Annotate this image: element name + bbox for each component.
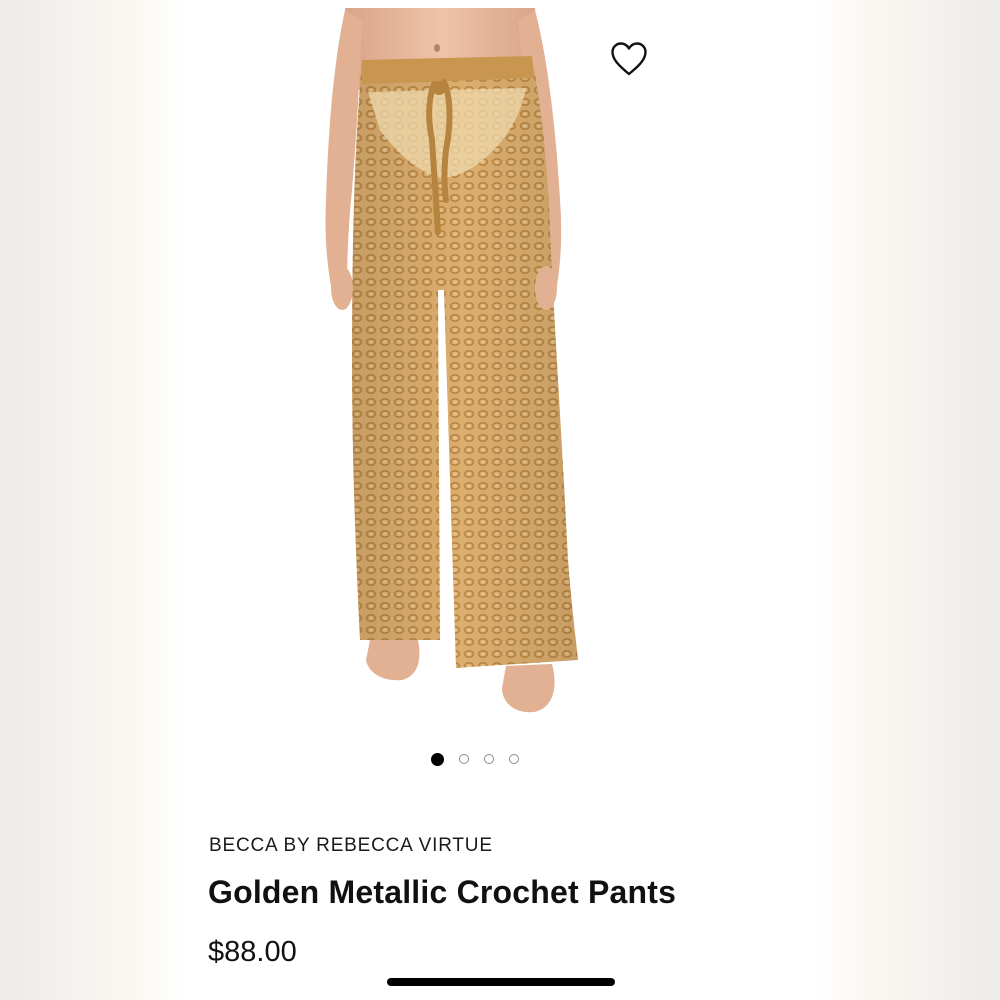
carousel-dot-active[interactable] <box>431 752 444 766</box>
favorite-button[interactable] <box>606 36 652 82</box>
carousel-dot[interactable] <box>459 754 469 764</box>
carousel-dot[interactable] <box>509 754 519 764</box>
product-title: Golden Metallic Crochet Pants <box>208 874 677 910</box>
carousel-dot[interactable] <box>484 754 494 764</box>
background-blur-left <box>0 0 182 1000</box>
background-blur-right <box>818 0 1000 1000</box>
image-carousel-indicator <box>182 750 818 768</box>
home-indicator[interactable] <box>387 978 615 986</box>
heart-outline-icon <box>611 42 647 76</box>
product-image[interactable] <box>182 0 818 730</box>
product-price: $88.00 <box>208 936 297 968</box>
product-brand[interactable]: BECCA BY REBECCA VIRTUE <box>209 835 493 857</box>
product-screen: BECCA BY REBECCA VIRTUE Golden Metallic … <box>182 0 818 1000</box>
